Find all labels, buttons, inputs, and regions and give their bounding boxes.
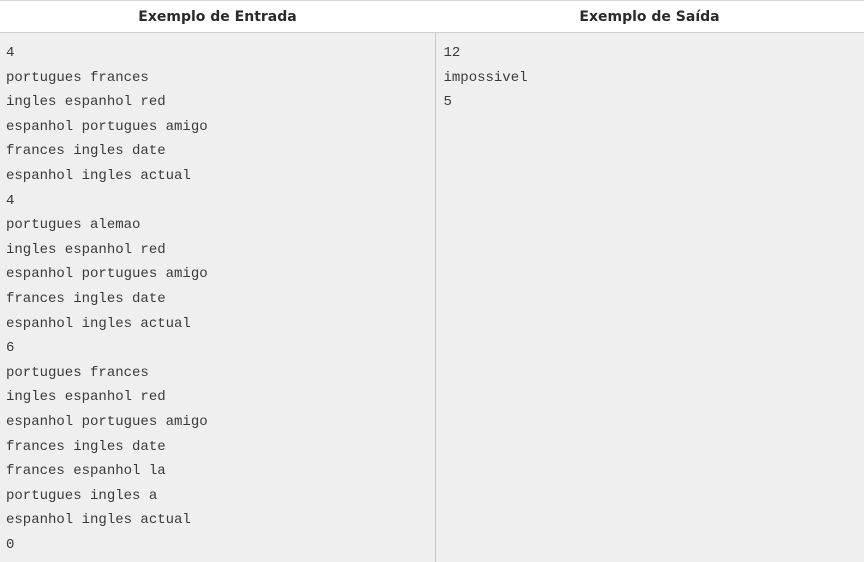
input-line: frances ingles date xyxy=(6,438,166,455)
input-sample-lines: 4 portugues frances ingles espanhol red esp… xyxy=(0,33,435,557)
input-header: Exemplo de Entrada xyxy=(0,0,435,33)
header-row: Exemplo de Entrada Exemplo de Saída xyxy=(0,0,864,33)
input-line: 0 xyxy=(6,536,15,553)
output-line: 12 xyxy=(443,45,461,61)
input-line: frances espanhol la xyxy=(6,463,166,480)
input-sample-cell[interactable]: 4 portugues frances ingles espanhol red esp… xyxy=(0,32,436,562)
input-line: portugues frances xyxy=(6,364,149,381)
input-line: frances ingles date xyxy=(6,143,166,160)
output-sample-lines: 12 impossivel 5 xyxy=(436,33,864,115)
input-line: espanhol portugues amigo xyxy=(6,413,208,430)
input-line: portugues alemao xyxy=(6,217,141,234)
sample-row: 4 portugues frances ingles espanhol red esp… xyxy=(0,32,864,562)
input-line: 6 xyxy=(6,340,15,357)
input-line: portugues frances xyxy=(6,69,149,86)
input-line: ingles espanhol red xyxy=(6,389,166,406)
input-line: espanhol portugues amigo xyxy=(6,266,208,283)
input-line: ingles espanhol red xyxy=(6,94,166,111)
output-line: impossivel xyxy=(443,69,528,86)
sample-io-table: Exemplo de Entrada Exemplo de Saída 4 por… xyxy=(0,0,864,562)
output-sample-cell[interactable]: 12 impossivel 5 xyxy=(435,32,864,562)
input-line: portugues ingles a xyxy=(6,487,158,504)
input-line: espanhol ingles actual xyxy=(6,315,191,332)
input-line: frances ingles date xyxy=(6,290,166,307)
input-line: espanhol ingles actual xyxy=(6,167,191,184)
input-line: ingles espanhol red xyxy=(6,241,166,258)
output-header: Exemplo de Saída xyxy=(435,0,864,33)
input-line: espanhol ingles actual xyxy=(6,512,191,529)
input-line: 4 xyxy=(6,192,15,209)
input-line: espanhol portugues amigo xyxy=(6,118,208,135)
input-line: 4 xyxy=(6,45,15,61)
output-line: 5 xyxy=(443,94,452,111)
